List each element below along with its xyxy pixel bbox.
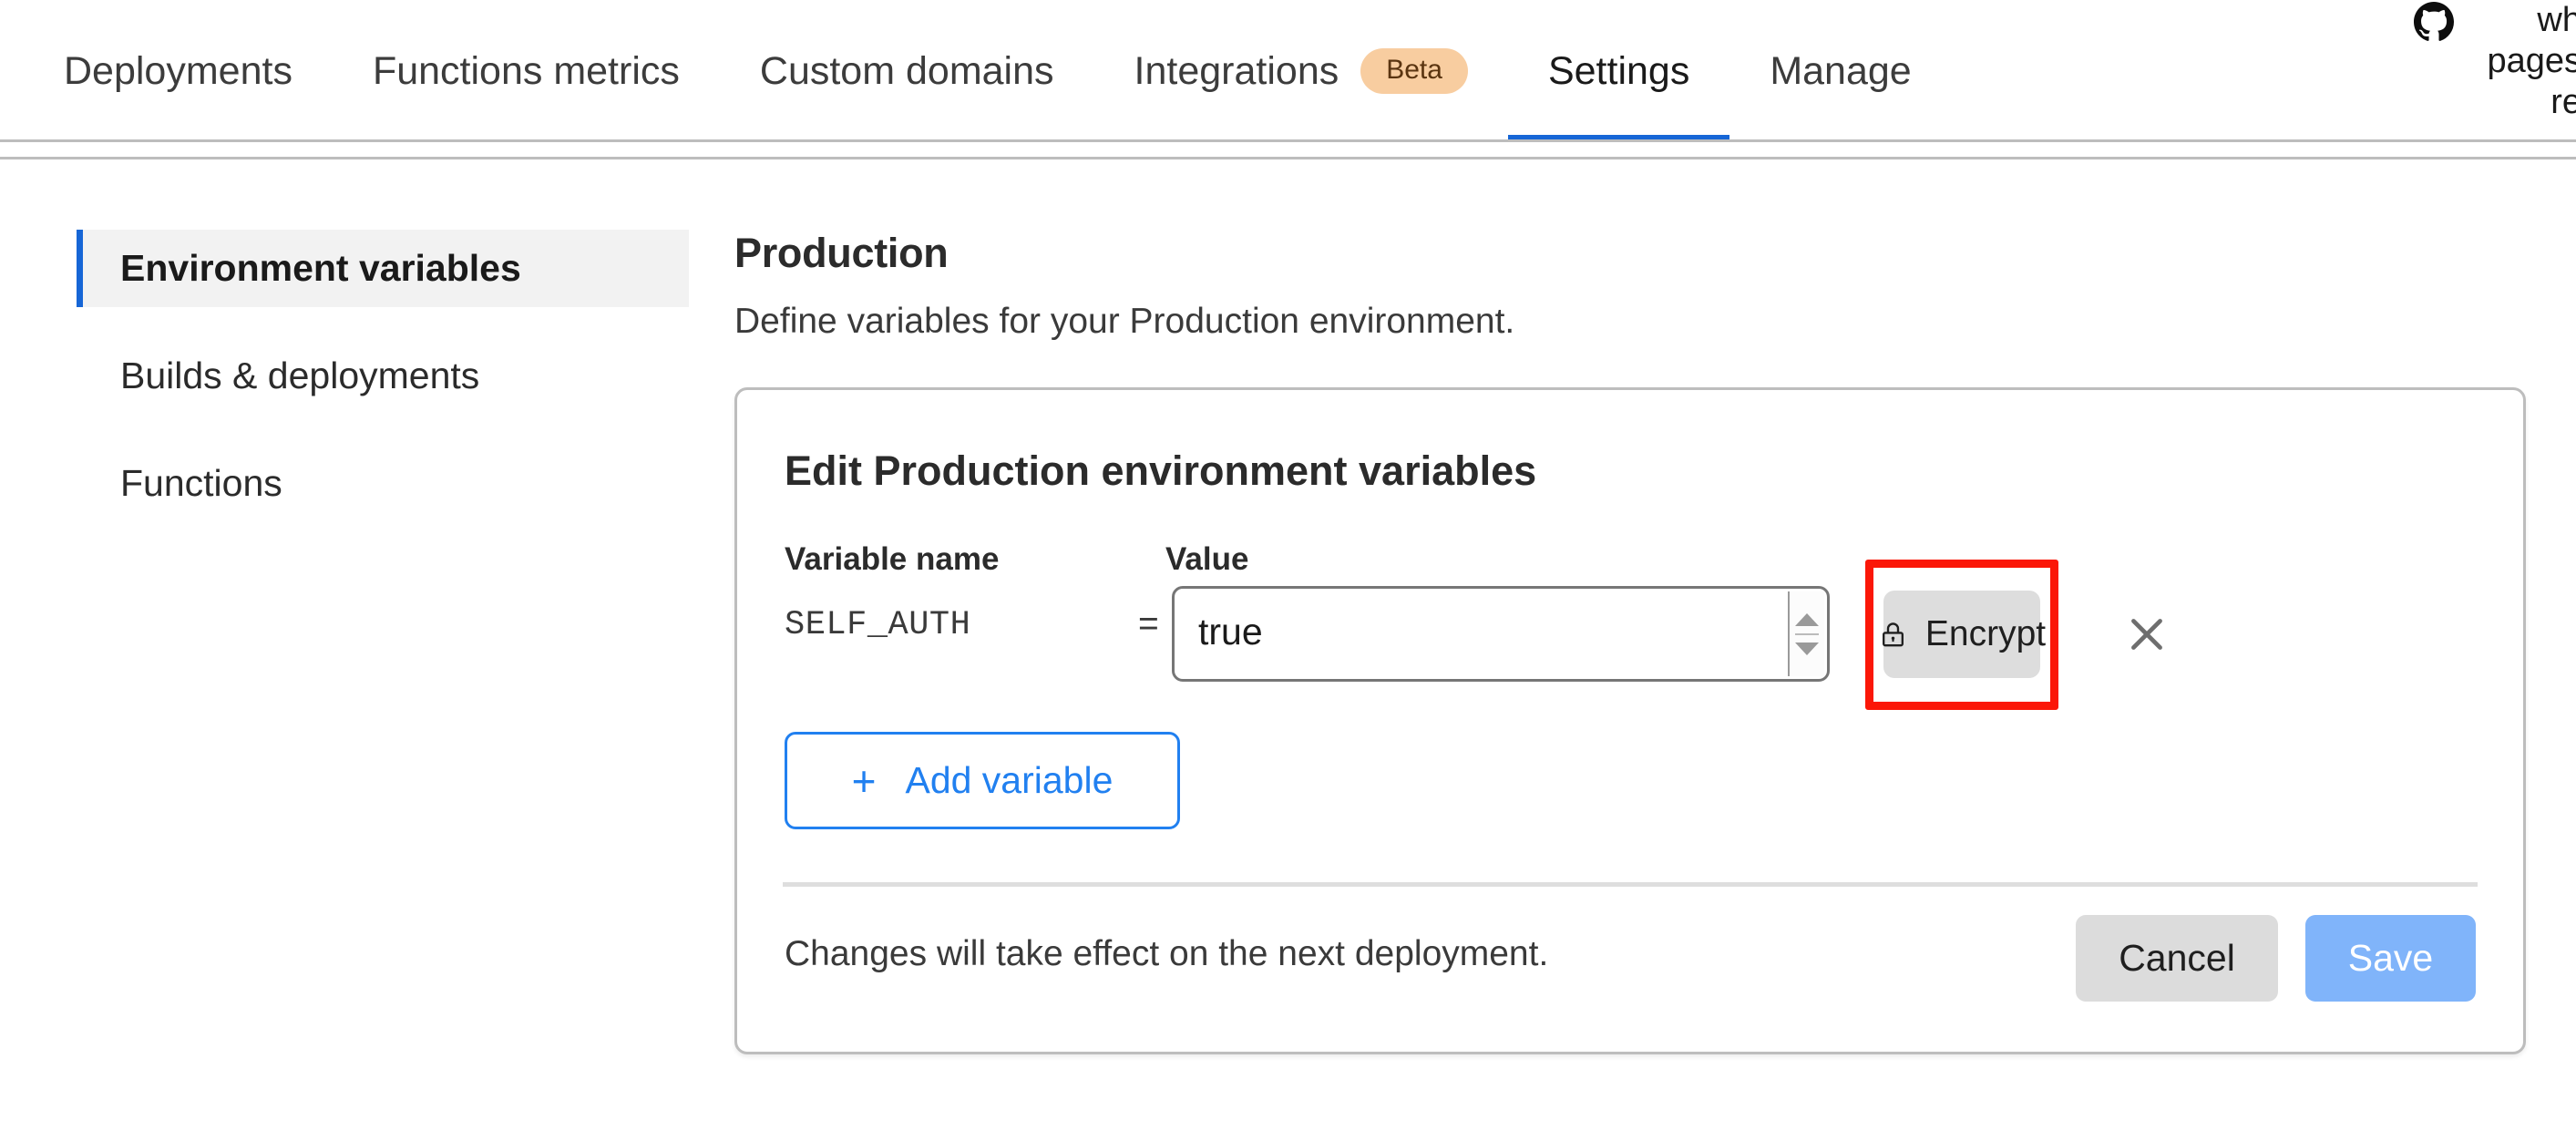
sidebar-item-label: Environment variables xyxy=(120,247,521,289)
save-button[interactable]: Save xyxy=(2305,915,2476,1002)
tab-label: Manage xyxy=(1770,48,1912,93)
tab-label: Integrations xyxy=(1134,48,1339,93)
add-variable-label: Add variable xyxy=(905,759,1114,801)
tab-integrations[interactable]: Integrations Beta xyxy=(1094,0,1508,142)
variable-value-input[interactable]: true xyxy=(1172,586,1830,682)
corner-line-2: pages xyxy=(2487,41,2576,80)
github-corner-text: wh pages re xyxy=(2363,0,2576,122)
sidebar-item-builds-and-deployments[interactable]: Builds & deployments xyxy=(77,337,689,415)
encrypt-button-label: Encrypt xyxy=(1924,614,2047,653)
plus-icon: + xyxy=(851,756,877,805)
github-corner: wh pages re xyxy=(2321,0,2576,137)
card-divider xyxy=(783,882,2478,887)
sidebar-item-label: Functions xyxy=(120,462,282,504)
page-subtitle: Define variables for your Production env… xyxy=(734,302,1515,341)
sidebar-item-functions[interactable]: Functions xyxy=(77,445,689,522)
stepper-divider xyxy=(1795,632,1819,635)
footer-note: Changes will take effect on the next dep… xyxy=(785,934,1549,973)
tab-label: Settings xyxy=(1547,48,1690,93)
stepper-up-icon[interactable] xyxy=(1795,612,1819,626)
table-row: SELF_AUTH = true Encrypt xyxy=(785,560,2496,710)
tab-deployments[interactable]: Deployments xyxy=(24,0,333,142)
tab-label: Deployments xyxy=(64,48,292,93)
cancel-button[interactable]: Cancel xyxy=(2076,915,2278,1002)
add-variable-button[interactable]: + Add variable xyxy=(785,732,1180,829)
corner-line-3: re xyxy=(2550,82,2576,121)
lock-icon xyxy=(1878,620,1908,650)
variable-value-text: true xyxy=(1198,611,1263,653)
beta-badge: Beta xyxy=(1360,48,1468,94)
encrypt-button[interactable]: Encrypt xyxy=(1882,591,2046,678)
stepper-down-icon[interactable] xyxy=(1795,642,1819,655)
page-title: Production xyxy=(734,230,949,276)
card-title: Edit Production environment variables xyxy=(785,447,1537,494)
column-header-variable-name: Variable name xyxy=(785,541,1000,577)
column-header-value: Value xyxy=(1165,541,1249,577)
card-footer-actions: Cancel Save xyxy=(2076,915,2476,1002)
sidebar-item-label: Builds & deployments xyxy=(120,355,480,396)
value-stepper[interactable] xyxy=(1788,591,1824,676)
nav-tab-list: Deployments Functions metrics Custom dom… xyxy=(0,0,1952,142)
page-body: Environment variables Builds & deploymen… xyxy=(0,142,2576,1126)
env-variables-card: Edit Production environment variables Va… xyxy=(734,387,2526,1054)
tab-label: Functions metrics xyxy=(372,48,680,93)
equals-separator: = xyxy=(1138,604,1159,643)
tab-label: Custom domains xyxy=(759,48,1054,93)
settings-sidebar: Environment variables Builds & deploymen… xyxy=(77,230,689,522)
close-icon[interactable] xyxy=(2115,602,2179,666)
top-navigation: Deployments Functions metrics Custom dom… xyxy=(0,0,2576,159)
variable-name-value: SELF_AUTH xyxy=(785,606,971,644)
tab-manage[interactable]: Manage xyxy=(1729,0,1951,142)
main-content: Production Define variables for your Pro… xyxy=(734,230,2526,1054)
tab-settings[interactable]: Settings xyxy=(1507,0,1730,142)
sidebar-item-environment-variables[interactable]: Environment variables xyxy=(77,230,689,307)
tab-functions-metrics[interactable]: Functions metrics xyxy=(333,0,720,142)
corner-line-1: wh xyxy=(2537,1,2576,39)
tab-custom-domains[interactable]: Custom domains xyxy=(720,0,1094,142)
